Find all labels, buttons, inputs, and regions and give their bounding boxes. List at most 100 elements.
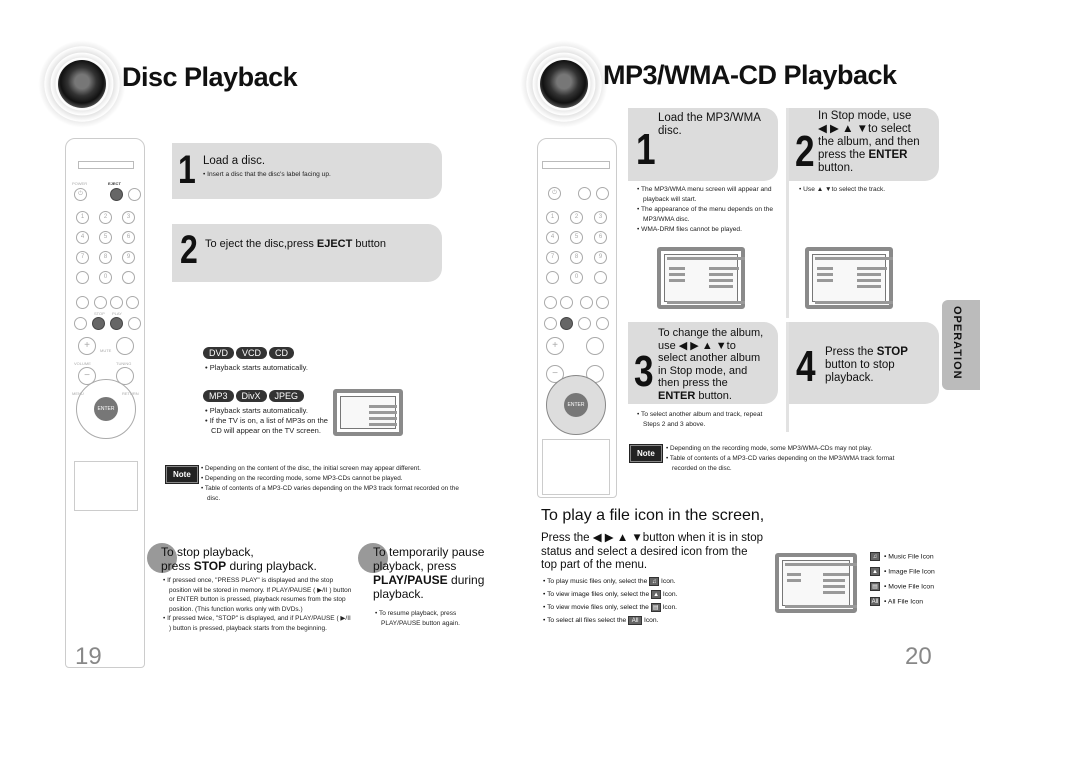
step-2-text: To eject the disc,press EJECT button bbox=[205, 238, 386, 251]
tuning-up-button bbox=[586, 337, 604, 355]
num-4-button: 4 bbox=[76, 231, 89, 244]
page-title-right: MP3/WMA-CD Playback bbox=[603, 60, 897, 90]
mp3-step-3-suffix: button. bbox=[695, 389, 732, 402]
disc-graphic bbox=[520, 40, 608, 128]
bullet-text: To select all files select the bbox=[547, 617, 627, 624]
note-label: Note bbox=[165, 465, 199, 484]
rewind-button bbox=[544, 317, 557, 330]
legend-label: Music File Icon bbox=[888, 553, 934, 561]
mp3-step-2-bullets: Use ▲ ▼to select the track. bbox=[799, 185, 885, 195]
num-9-button: 9 bbox=[122, 251, 135, 264]
rewind-button bbox=[74, 317, 87, 330]
mp3-step-4-line: button to stop bbox=[825, 359, 895, 371]
disc-types-a-bullets: Playback starts automatically. bbox=[205, 363, 308, 373]
num-3-button: 3 bbox=[594, 211, 607, 224]
pause-heading-line2: playback, press bbox=[373, 559, 457, 573]
disc-type-badge: JPEG bbox=[268, 390, 305, 402]
stop-bullet: If pressed once, "PRESS PLAY" is display… bbox=[163, 576, 353, 614]
file-icon-bullet: • To view image files only, select the ▲… bbox=[543, 589, 678, 599]
remote-control-right: ⏻ 1 2 3 4 5 6 7 8 9 0 + − ENTER bbox=[537, 138, 617, 498]
num-7-button: 7 bbox=[546, 251, 559, 264]
tuning-up-button bbox=[116, 337, 134, 355]
volume-label: VOLUME bbox=[74, 361, 91, 366]
music-file-icon: ♫ bbox=[870, 552, 880, 561]
step-2-box bbox=[172, 224, 442, 282]
num-1-button: 1 bbox=[76, 211, 89, 224]
volume-up-button: + bbox=[78, 337, 96, 355]
mp3-step-4-line: playback. bbox=[825, 372, 874, 384]
stop-heading-line2: press STOP during playback. bbox=[161, 559, 317, 573]
image-file-icon: ▲ bbox=[870, 567, 880, 576]
page-title-left: Disc Playback bbox=[122, 62, 298, 92]
remain-button bbox=[546, 271, 559, 284]
note-item: Depending on the recording mode, some MP… bbox=[201, 474, 471, 484]
note-item: Table of contents of a MP3-CD varies dep… bbox=[201, 484, 471, 504]
section-tab-label: OPERATION bbox=[951, 306, 963, 380]
mp3-step-2-text: In Stop mode, use ◀ ▶ ▲ ▼to select the a… bbox=[818, 110, 920, 175]
step-2-text-suffix: button bbox=[352, 238, 386, 250]
mp3-step-3-line: in Stop mode, and bbox=[658, 364, 748, 377]
file-icon-bullet: • To view movie files only, select the ▤… bbox=[543, 602, 678, 612]
movie-file-icon: ▤ bbox=[870, 582, 880, 591]
num-9-button: 9 bbox=[594, 251, 607, 264]
mp3-step-4-prefix: Press the bbox=[825, 346, 877, 358]
play-pause-keyword: PLAY/PAUSE bbox=[373, 573, 448, 587]
num-2-button: 2 bbox=[570, 211, 583, 224]
fast-forward-button bbox=[128, 317, 141, 330]
fast-forward-button bbox=[596, 317, 609, 330]
skip-forward-button bbox=[596, 296, 609, 309]
enter-button: ENTER bbox=[564, 393, 588, 417]
pause-bullet: To resume playback, press PLAY/PAUSE but… bbox=[375, 609, 475, 629]
image-file-icon: ▲ bbox=[651, 589, 662, 599]
bullet-text: To view movie files only, select the bbox=[547, 604, 649, 611]
file-icon-bullets: • To play music files only, select the ♫… bbox=[543, 575, 677, 627]
disc-skip-button bbox=[596, 187, 609, 200]
mp3-step-1-bullets: The MP3/WMA menu screen will appear and … bbox=[637, 185, 782, 235]
remote-control-left: POWER ⏻ EJECT 1 2 3 4 5 6 7 8 9 0 STOP P… bbox=[65, 138, 145, 668]
mp3-step-2-line: the album, and then bbox=[818, 136, 920, 148]
file-icon-menu-screen bbox=[775, 553, 857, 613]
mp3-step-4-text: Press the STOP button to stop playback. bbox=[825, 346, 908, 385]
num-6-button: 6 bbox=[594, 231, 607, 244]
bullet-suffix: Icon. bbox=[661, 578, 676, 585]
mp3-step-4-number: 4 bbox=[796, 342, 816, 391]
disc-type-badge: MP3 bbox=[203, 390, 234, 402]
disc-graphic bbox=[38, 40, 126, 128]
stop-heading: To stop playback, press STOP during play… bbox=[161, 545, 317, 573]
num-0-button: 0 bbox=[570, 271, 583, 284]
step-2-number: 2 bbox=[180, 228, 198, 272]
stop-bullet: If pressed twice, "STOP" is displayed, a… bbox=[163, 614, 353, 633]
stop-bullets: If pressed once, "PRESS PLAY" is display… bbox=[163, 576, 353, 633]
disc-types-a-bullet: Playback starts automatically. bbox=[205, 363, 308, 373]
mp3-step-3-line: select another album bbox=[658, 352, 761, 364]
num-5-button: 5 bbox=[99, 231, 112, 244]
disc-type-badge: CD bbox=[269, 347, 295, 359]
stop-keyword: STOP bbox=[876, 346, 908, 358]
legend-label: Movie File Icon bbox=[888, 583, 934, 591]
num-3-button: 3 bbox=[122, 211, 135, 224]
note-item: Table of contents of a MP3-CD varies dep… bbox=[666, 454, 916, 474]
function-buttons-grid bbox=[542, 439, 610, 495]
file-icon-heading: To play a file icon in the screen, bbox=[541, 507, 765, 524]
bullet-suffix: Icon. bbox=[643, 617, 659, 624]
pause-bullets: To resume playback, press PLAY/PAUSE but… bbox=[375, 609, 475, 629]
stop-button bbox=[560, 317, 573, 330]
skip-back-button bbox=[76, 296, 89, 309]
play-pause-button bbox=[578, 317, 591, 330]
mp3-step-2-prefix: press the bbox=[818, 149, 869, 161]
legend-label: Image File Icon bbox=[888, 568, 935, 576]
repeat-button bbox=[110, 296, 123, 309]
stop-label: STOP bbox=[94, 311, 105, 316]
note-list-right: Depending on the recording mode, some MP… bbox=[666, 444, 916, 474]
legend-movie: ▤ • Movie File Icon bbox=[870, 582, 934, 591]
num-0-button: 0 bbox=[99, 271, 112, 284]
page-number-right: 20 bbox=[905, 643, 932, 670]
mp3-step-1-bullet: WMA-DRM files cannot be played. bbox=[637, 225, 782, 235]
mode-buttons bbox=[78, 161, 134, 169]
disc-types-b-bullet: Playback starts automatically. bbox=[205, 406, 330, 416]
cancel-button bbox=[122, 271, 135, 284]
bullet-text: To play music files only, select the bbox=[547, 578, 648, 585]
play-pause-button bbox=[110, 317, 123, 330]
disc-skip-button bbox=[128, 188, 141, 201]
mp3-menu-screen-1 bbox=[657, 247, 745, 309]
